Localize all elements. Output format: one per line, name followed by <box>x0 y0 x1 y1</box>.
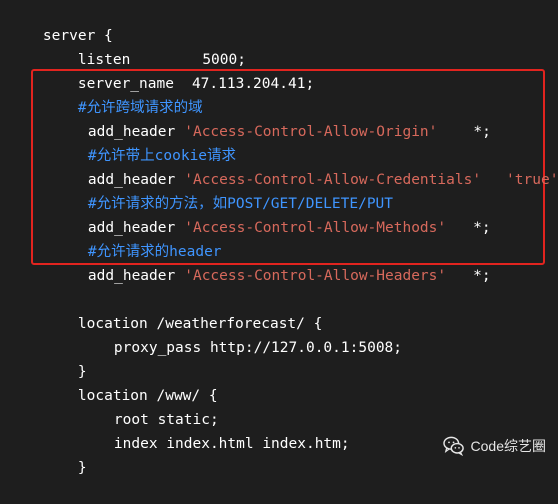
code-line-listen: listen 5000; <box>43 24 246 68</box>
directive-index: index index.html index.htm; <box>113 436 350 452</box>
code-line-index: index index.html index.htm; <box>79 408 350 452</box>
watermark: Code综艺圈 <box>442 434 546 458</box>
comment-allow-credentials: #允许带上cookie请求 <box>53 120 236 164</box>
directive-proxy-pass: proxy_pass http://127.0.0.1:5008; <box>113 340 403 356</box>
header-value: *; <box>473 268 491 284</box>
directive-add-header: add_header <box>87 268 176 284</box>
code-editor: server { listen 5000; server_name 47.113.2… <box>0 0 558 476</box>
code-line-close-brace-2: } <box>43 432 87 476</box>
header-name-allow-headers: 'Access-Control-Allow-Headers' <box>184 268 447 284</box>
code-line-root: root static; <box>79 384 219 428</box>
code-line-allow-credentials: add_header 'Access-Control-Allow-Credenti… <box>53 144 558 188</box>
wechat-icon <box>442 436 464 456</box>
code-line-server-open: server { <box>8 0 113 44</box>
header-value-true: 'true'; <box>506 172 558 188</box>
comment-allow-methods: #允许请求的方法，如POST/GET/DELETE/PUT <box>53 168 393 212</box>
code-line-allow-methods: add_header 'Access-Control-Allow-Methods'… <box>53 192 491 236</box>
code-line-proxy-pass: proxy_pass http://127.0.0.1:5008; <box>79 312 402 356</box>
block-close: } <box>77 460 87 476</box>
code-line-location-weatherforecast: location /weatherforecast/ { <box>43 288 322 332</box>
watermark-text: Code综艺圈 <box>470 438 546 454</box>
code-line-location-www: location /www/ { <box>43 360 218 404</box>
header-value: *; <box>473 220 491 236</box>
code-line-close-brace: } <box>43 336 87 380</box>
header-value: *; <box>473 124 491 140</box>
comment-allow-origin: #允许跨域请求的域 <box>43 72 203 116</box>
header-name-allow-methods: 'Access-Control-Allow-Methods' <box>184 220 447 236</box>
code-line-allow-origin: add_header 'Access-Control-Allow-Origin' *… <box>53 96 491 140</box>
code-line-allow-headers: add_header 'Access-Control-Allow-Headers'… <box>53 240 491 284</box>
comment-allow-headers: #允许请求的header <box>53 216 222 260</box>
